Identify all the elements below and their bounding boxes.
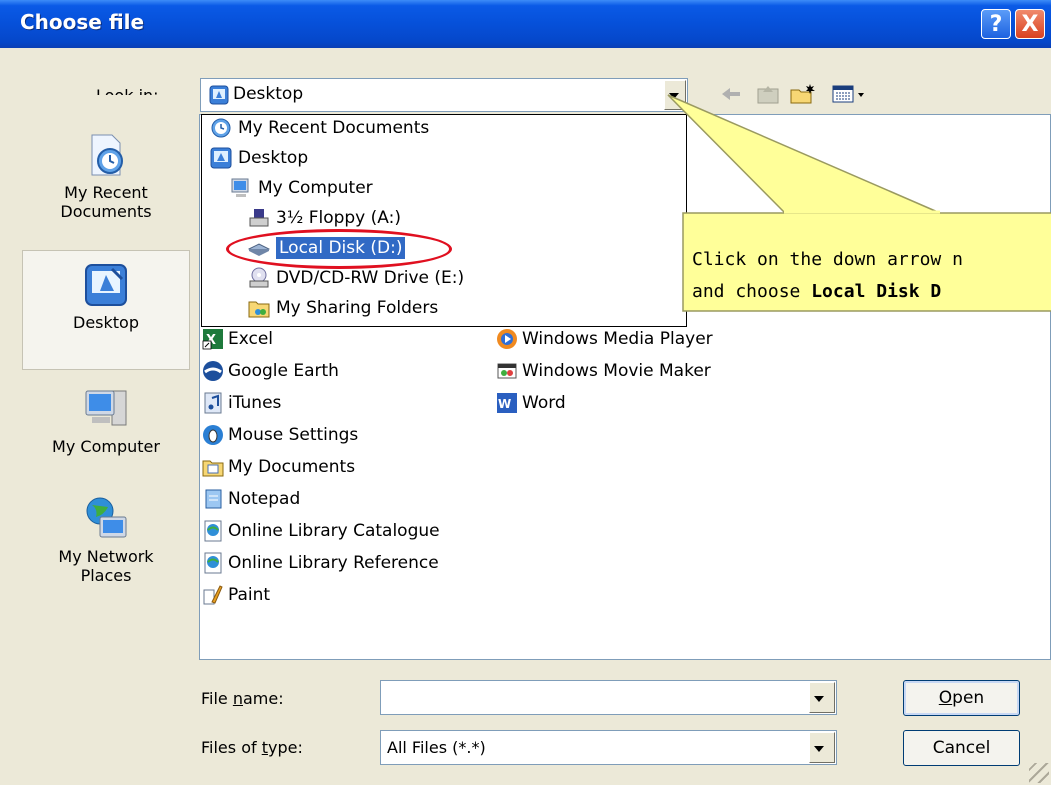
file-type-dropdown-arrow[interactable]	[809, 732, 835, 763]
file-name-combo[interactable]	[380, 680, 837, 715]
file-name-input[interactable]	[385, 685, 809, 711]
file-name-dropdown-arrow[interactable]	[809, 682, 835, 713]
callout-balloon	[667, 94, 1051, 312]
file-type-combo[interactable]: All Files (*.*)	[380, 730, 837, 765]
choose-file-dialog: Choose file ? X Look in: Desktop My Rece…	[0, 0, 1051, 785]
cancel-button[interactable]: Cancel	[903, 730, 1020, 766]
callout-text: Click on the down arrow n and choose Loc…	[692, 249, 963, 302]
resize-grip[interactable]	[1029, 763, 1049, 783]
file-type-value: All Files (*.*)	[387, 738, 486, 757]
open-button[interactable]: Open	[903, 680, 1020, 716]
file-type-label: Files of type:	[201, 738, 303, 757]
file-name-label: File name:	[201, 689, 284, 708]
